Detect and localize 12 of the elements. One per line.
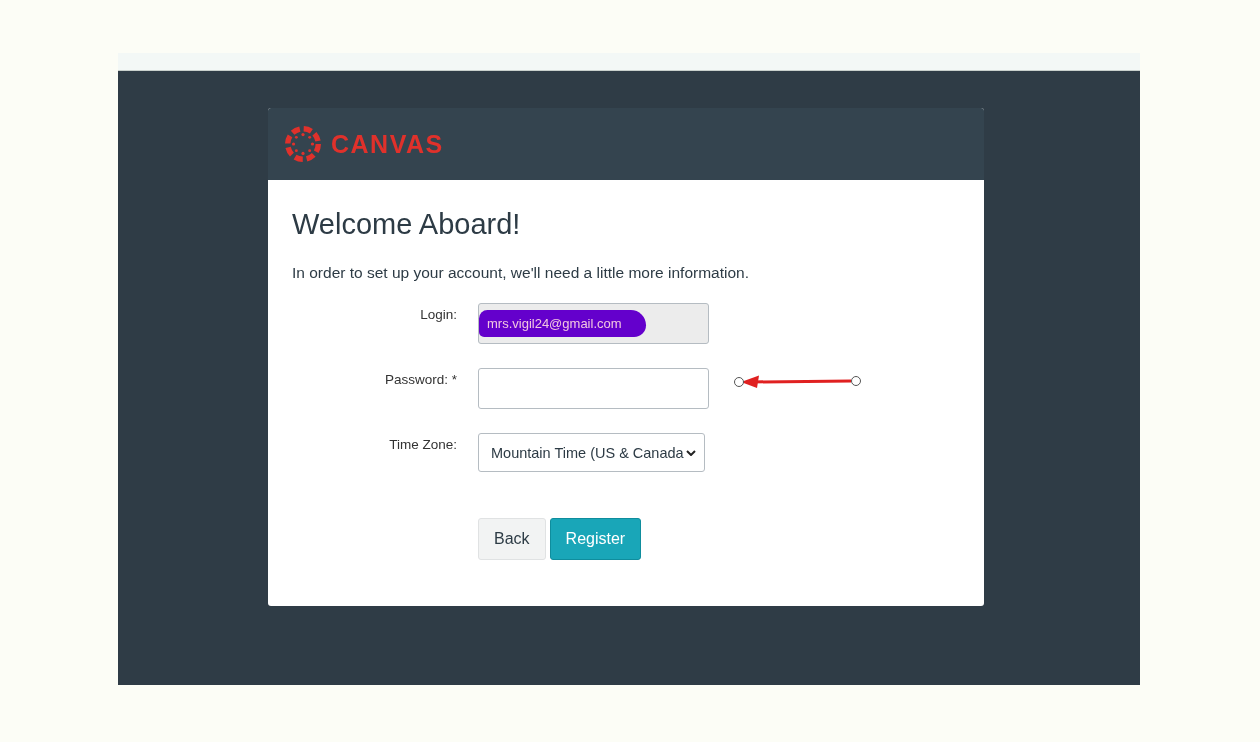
logo-text: CANVAS bbox=[331, 129, 444, 159]
logo-icon bbox=[285, 126, 321, 162]
field-label: Password: * bbox=[383, 372, 457, 387]
login-field[interactable]: mrs.vigil24@gmail.com bbox=[478, 303, 709, 344]
intro-text: In order to set up your account, we'll need a little more information. bbox=[292, 264, 750, 282]
password-field[interactable] bbox=[478, 368, 709, 409]
field-label: Login: bbox=[419, 307, 457, 322]
time-zone-dropdown[interactable]: Mountain Time (US & Canada bbox=[478, 433, 705, 472]
field-label: Time Zone: bbox=[388, 437, 457, 452]
chevron-down-icon bbox=[686, 449, 696, 456]
back-button[interactable]: Back bbox=[478, 518, 546, 560]
page-heading: Welcome Aboard! bbox=[292, 208, 522, 241]
